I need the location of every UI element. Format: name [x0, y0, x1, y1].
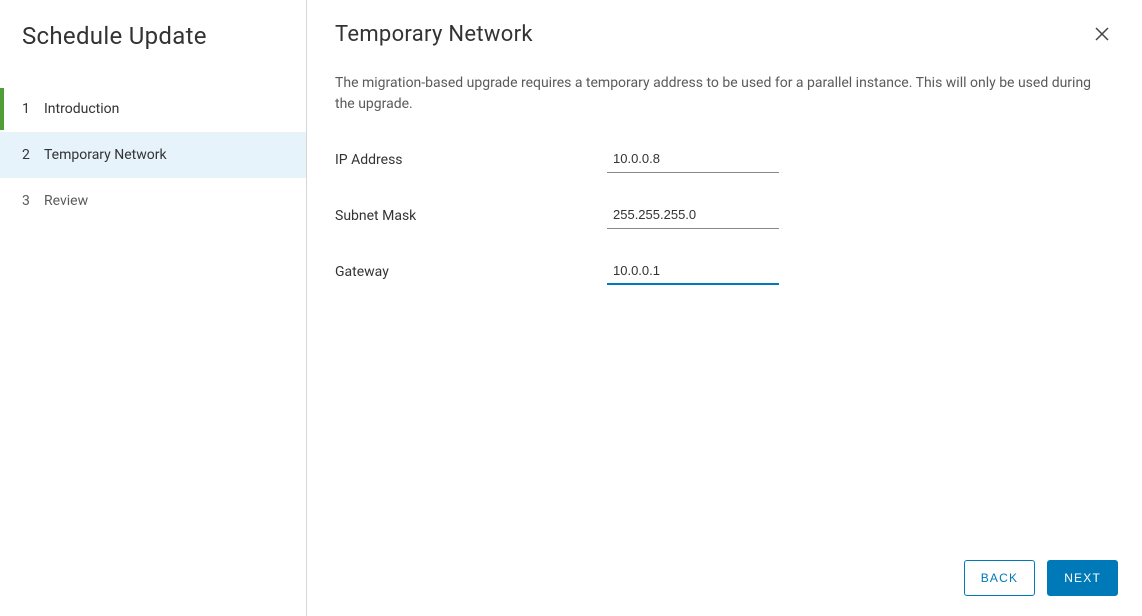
close-icon: [1094, 30, 1110, 45]
wizard-sidebar: Schedule Update 1 Introduction 2 Tempora…: [0, 0, 307, 616]
step-number: 3: [22, 193, 44, 209]
next-button[interactable]: NEXT: [1047, 560, 1118, 596]
step-label: Temporary Network: [44, 147, 167, 163]
sidebar-step-introduction[interactable]: 1 Introduction: [0, 86, 306, 132]
form-row-gateway: Gateway: [335, 259, 1114, 285]
sidebar-step-review[interactable]: 3 Review: [0, 178, 306, 224]
page-description: The migration-based upgrade requires a t…: [335, 73, 1095, 115]
ip-address-input[interactable]: [607, 147, 779, 173]
sidebar-step-temporary-network[interactable]: 2 Temporary Network: [0, 132, 306, 178]
close-button[interactable]: [1090, 22, 1114, 49]
step-number: 1: [22, 101, 44, 117]
main-panel: Temporary Network The migration-based up…: [307, 0, 1142, 616]
subnet-mask-input[interactable]: [607, 203, 779, 229]
subnet-mask-label: Subnet Mask: [335, 208, 607, 224]
form-row-ip-address: IP Address: [335, 147, 1114, 173]
wizard-steps: 1 Introduction 2 Temporary Network 3 Rev…: [0, 86, 306, 224]
wizard-title: Schedule Update: [0, 22, 306, 50]
step-number: 2: [22, 147, 44, 163]
form-row-subnet-mask: Subnet Mask: [335, 203, 1114, 229]
step-label: Review: [44, 193, 88, 209]
gateway-input[interactable]: [607, 259, 779, 285]
ip-address-label: IP Address: [335, 152, 607, 168]
wizard-footer: BACK NEXT: [307, 544, 1142, 616]
main-content: The migration-based upgrade requires a t…: [307, 49, 1142, 544]
step-label: Introduction: [44, 101, 119, 117]
back-button[interactable]: BACK: [964, 560, 1035, 596]
main-header: Temporary Network: [307, 0, 1142, 49]
page-title: Temporary Network: [335, 22, 533, 47]
gateway-label: Gateway: [335, 264, 607, 280]
